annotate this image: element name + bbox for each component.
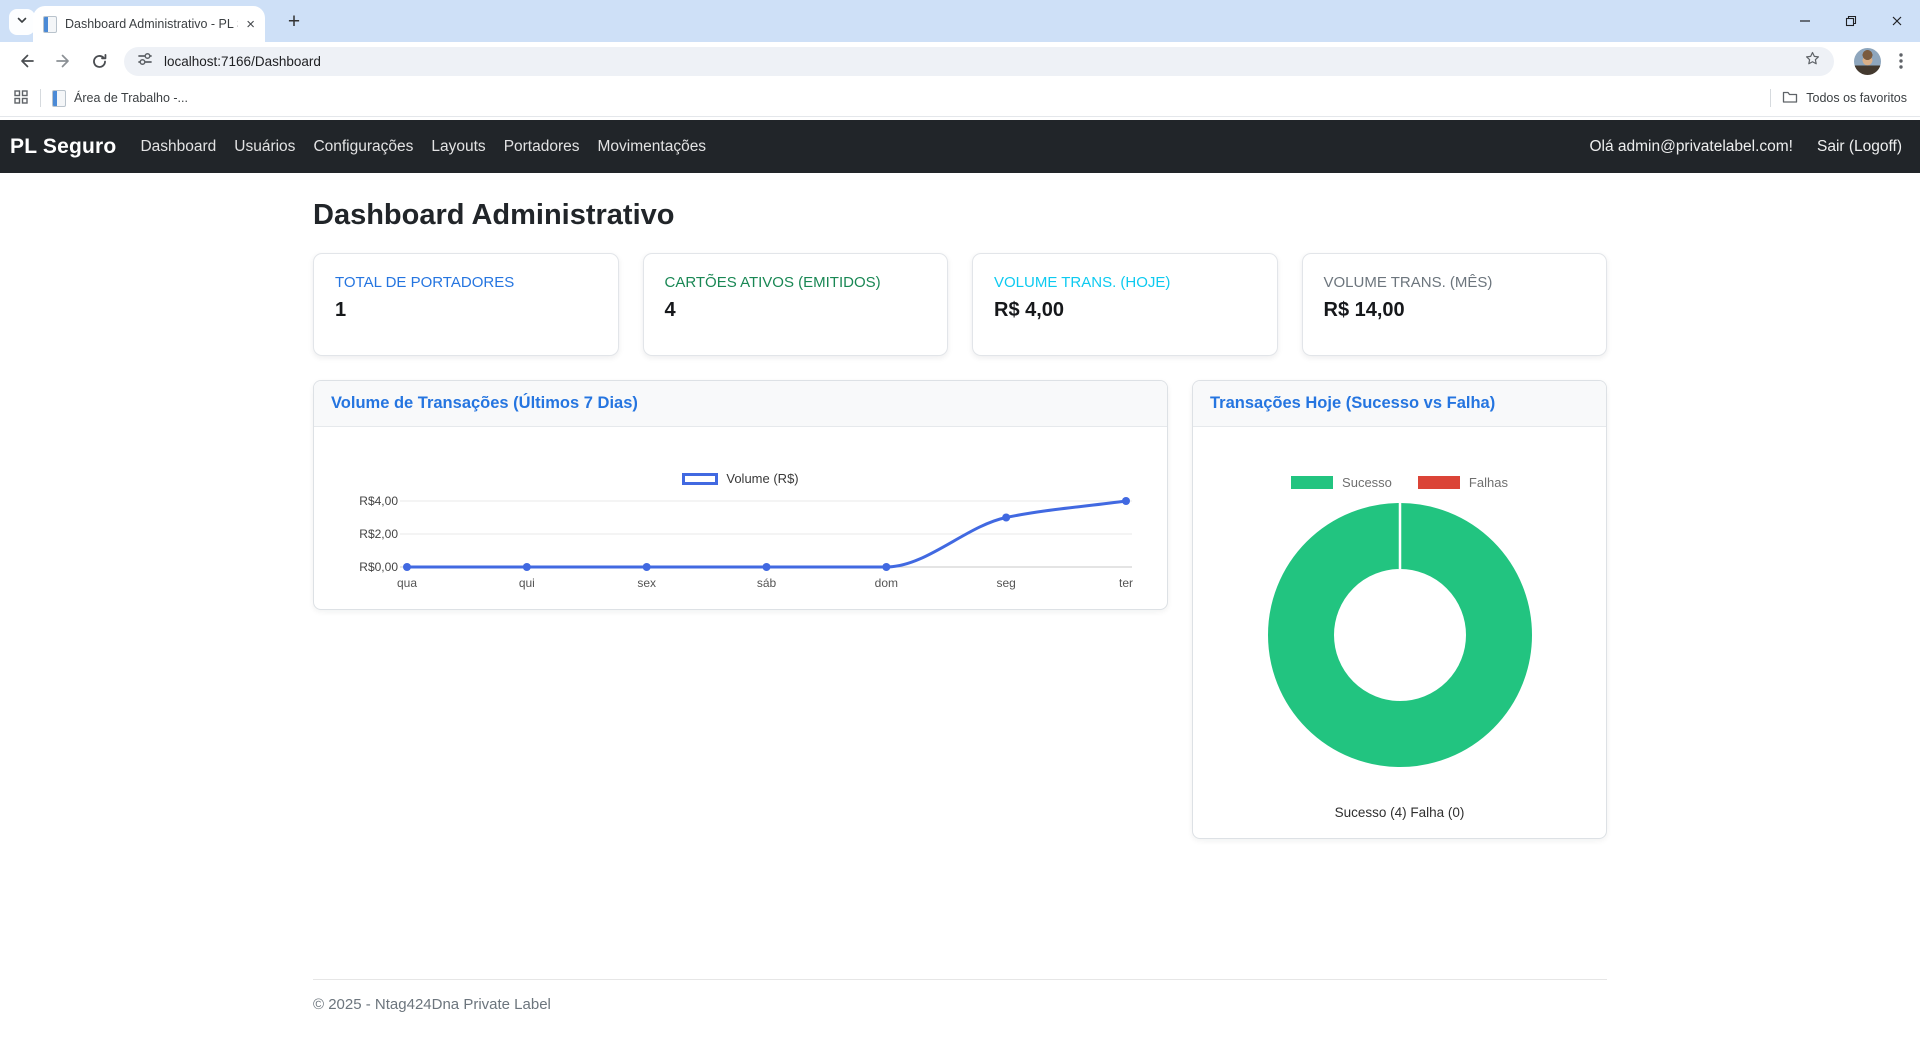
bookmarks-bar: Área de Trabalho -... Todos os favoritos bbox=[0, 80, 1920, 117]
line-chart-body: R$0,00R$2,00R$4,00quaquisexsábdomsegter … bbox=[314, 427, 1167, 609]
legend-label: Sucesso bbox=[1342, 475, 1392, 490]
site-info-icon[interactable] bbox=[137, 51, 153, 72]
close-button[interactable] bbox=[1874, 0, 1920, 42]
page-footer: © 2025 - Ntag424Dna Private Label bbox=[313, 979, 1607, 1013]
browser-window: Dashboard Administrativo - PL S × + bbox=[0, 0, 1920, 1040]
donut-chart-panel: Transações Hoje (Sucesso vs Falha) Suces… bbox=[1192, 380, 1607, 839]
svg-text:qui: qui bbox=[519, 576, 535, 590]
stat-card-value: R$ 14,00 bbox=[1324, 299, 1586, 322]
all-favorites-button[interactable]: Todos os favoritos bbox=[1782, 90, 1907, 107]
forward-button[interactable] bbox=[46, 45, 80, 77]
svg-text:ter: ter bbox=[1119, 576, 1133, 590]
chevron-down-icon bbox=[16, 13, 28, 31]
svg-text:seg: seg bbox=[996, 576, 1015, 590]
legend-entry-sucesso: Sucesso bbox=[1291, 475, 1392, 490]
svg-text:qua: qua bbox=[397, 576, 417, 590]
stat-card-label: TOTAL DE PORTADORES bbox=[335, 274, 597, 291]
nav-item-portadores[interactable]: Portadores bbox=[495, 138, 589, 156]
line-chart-title: Volume de Transações (Últimos 7 Dias) bbox=[314, 381, 1167, 427]
three-dots-icon bbox=[1899, 52, 1903, 70]
tab-search-button[interactable] bbox=[9, 9, 35, 35]
bookmark-label: Área de Trabalho -... bbox=[74, 91, 188, 105]
donut-chart bbox=[1268, 503, 1532, 767]
tab-strip: Dashboard Administrativo - PL S × + bbox=[0, 0, 1920, 42]
donut-caption: Sucesso (4) Falha (0) bbox=[1193, 805, 1606, 820]
svg-text:sex: sex bbox=[637, 576, 656, 590]
svg-text:dom: dom bbox=[875, 576, 898, 590]
legend-swatch bbox=[682, 473, 718, 485]
page-title: Dashboard Administrativo bbox=[313, 199, 1607, 232]
charts-row: Volume de Transações (Últimos 7 Dias) R$… bbox=[313, 380, 1607, 839]
folder-icon bbox=[1782, 90, 1798, 107]
legend-entry-falhas: Falhas bbox=[1418, 475, 1508, 490]
bookmark-favicon-icon bbox=[52, 90, 66, 107]
all-favorites-label: Todos os favoritos bbox=[1806, 91, 1907, 105]
minimize-icon bbox=[1799, 15, 1811, 27]
separator bbox=[1770, 89, 1771, 107]
svg-text:R$2,00: R$2,00 bbox=[359, 527, 398, 541]
window-controls bbox=[1782, 0, 1920, 42]
apps-grid-icon[interactable] bbox=[13, 89, 29, 108]
nav-item-layouts[interactable]: Layouts bbox=[422, 138, 494, 156]
nav-item-movimentacoes[interactable]: Movimentações bbox=[589, 138, 716, 156]
bookmark-item[interactable]: Área de Trabalho -... bbox=[52, 90, 188, 107]
stat-card-value: 4 bbox=[665, 299, 927, 322]
stat-card-value: 1 bbox=[335, 299, 597, 322]
stat-card-label: VOLUME TRANS. (HOJE) bbox=[994, 274, 1256, 291]
svg-text:R$0,00: R$0,00 bbox=[359, 560, 398, 574]
page-viewport: PL Seguro Dashboard Usuários Configuraçõ… bbox=[0, 120, 1920, 1042]
browser-toolbar: localhost:7166/Dashboard bbox=[0, 42, 1920, 80]
separator bbox=[40, 89, 41, 107]
legend-label: Falhas bbox=[1469, 475, 1508, 490]
stat-cards-row: TOTAL DE PORTADORES 1 CARTÕES ATIVOS (EM… bbox=[313, 253, 1607, 356]
bookmark-star-icon[interactable] bbox=[1804, 50, 1821, 72]
back-arrow-icon bbox=[18, 52, 36, 70]
brand-logo[interactable]: PL Seguro bbox=[10, 135, 116, 159]
stat-card-volume-hoje: VOLUME TRANS. (HOJE) R$ 4,00 bbox=[972, 253, 1278, 356]
tab-close-icon[interactable]: × bbox=[246, 17, 255, 32]
nav-item-dashboard[interactable]: Dashboard bbox=[131, 138, 225, 156]
close-icon bbox=[1891, 15, 1903, 27]
svg-text:sáb: sáb bbox=[757, 576, 777, 590]
stat-card-volume-mes: VOLUME TRANS. (MÊS) R$ 14,00 bbox=[1302, 253, 1608, 356]
stat-card-value: R$ 4,00 bbox=[994, 299, 1256, 322]
nav-item-usuarios[interactable]: Usuários bbox=[225, 138, 304, 156]
restore-icon bbox=[1845, 15, 1857, 27]
donut-chart-title: Transações Hoje (Sucesso vs Falha) bbox=[1193, 381, 1606, 427]
address-bar[interactable]: localhost:7166/Dashboard bbox=[124, 47, 1834, 76]
legend-swatch bbox=[1291, 476, 1333, 489]
new-tab-button[interactable]: + bbox=[280, 8, 308, 36]
donut-chart-legend: Sucesso Falhas bbox=[1193, 475, 1606, 490]
stat-card-total-portadores: TOTAL DE PORTADORES 1 bbox=[313, 253, 619, 356]
profile-avatar[interactable] bbox=[1854, 48, 1881, 75]
browser-menu-button[interactable] bbox=[1892, 47, 1910, 75]
browser-tab[interactable]: Dashboard Administrativo - PL S × bbox=[33, 6, 265, 42]
user-greeting: Olá admin@privatelabel.com! bbox=[1589, 138, 1793, 156]
app-navbar: PL Seguro Dashboard Usuários Configuraçõ… bbox=[0, 120, 1920, 173]
nav-links: Dashboard Usuários Configurações Layouts… bbox=[131, 138, 715, 156]
back-button[interactable] bbox=[10, 45, 44, 77]
stat-card-label: VOLUME TRANS. (MÊS) bbox=[1324, 274, 1586, 291]
logout-link[interactable]: Sair (Logoff) bbox=[1817, 138, 1902, 156]
favicon-icon bbox=[43, 16, 57, 33]
minimize-button[interactable] bbox=[1782, 0, 1828, 42]
tab-title: Dashboard Administrativo - PL S bbox=[65, 17, 238, 31]
restore-button[interactable] bbox=[1828, 0, 1874, 42]
stat-card-label: CARTÕES ATIVOS (EMITIDOS) bbox=[665, 274, 927, 291]
line-chart-legend: Volume (R$) bbox=[314, 471, 1167, 486]
nav-item-configuracoes[interactable]: Configurações bbox=[304, 138, 422, 156]
url-text[interactable]: localhost:7166/Dashboard bbox=[164, 54, 1793, 69]
svg-text:R$4,00: R$4,00 bbox=[359, 494, 398, 508]
legend-swatch bbox=[1418, 476, 1460, 489]
donut-chart-body: Sucesso Falhas Sucesso (4) Falha (0) bbox=[1193, 427, 1606, 838]
refresh-button[interactable] bbox=[82, 45, 116, 77]
line-chart: R$0,00 R$2,00 R$4,00 qua qui sex sáb dom seg ter bbox=[322, 427, 1162, 609]
line-chart-panel: Volume de Transações (Últimos 7 Dias) R$… bbox=[313, 380, 1168, 610]
refresh-icon bbox=[91, 53, 108, 70]
forward-arrow-icon bbox=[54, 52, 72, 70]
main-content: Dashboard Administrativo TOTAL DE PORTAD… bbox=[313, 199, 1607, 839]
legend-label: Volume (R$) bbox=[726, 471, 798, 486]
stat-card-cartoes-ativos: CARTÕES ATIVOS (EMITIDOS) 4 bbox=[643, 253, 949, 356]
